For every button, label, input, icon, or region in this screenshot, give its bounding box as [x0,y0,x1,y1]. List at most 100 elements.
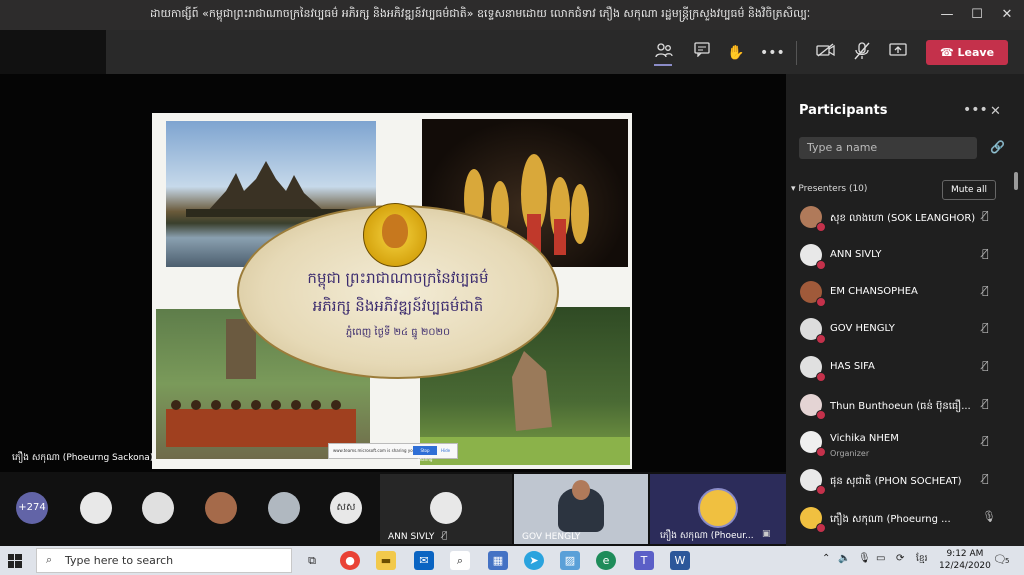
share-screen-icon[interactable] [886,42,910,64]
tray-chevron-icon[interactable]: ⌃ [822,553,830,564]
search-app-icon[interactable]: ⌕ [450,551,470,570]
participant-role: Organizer [830,449,870,458]
clock-date: 12/24/2020 [939,561,991,571]
participant-name: ផុន សុជាតិ (PHON SOCHEAT) [830,476,962,487]
avatar[interactable] [268,492,300,524]
speaker-icon[interactable]: 🔈 [838,553,850,564]
stop-sharing-button[interactable]: Stop sharing [413,446,437,462]
mic-off-icon: 🎙̸ [982,321,989,334]
participant-name: Thun Bunthoeun (ធន់ ប៊ុនធឿ... [830,401,971,412]
participants-icon[interactable] [652,42,676,64]
participant-row[interactable]: Thun Bunthoeun (ធន់ ប៊ុនធឿ... 🎙̸ [786,390,1016,426]
mic-off-icon: 🎙̸ [982,472,989,485]
participant-name: EM CHANSOPHEA [830,286,918,297]
participant-row[interactable]: EM CHANSOPHEA 🎙̸ [786,277,1016,313]
sync-icon[interactable]: ⟳ [896,553,904,564]
ministry-seal-logo [363,203,427,267]
tile-label: ANN SIVLY [388,532,435,542]
hide-sharing-link[interactable]: Hide [441,448,450,453]
slide-title-line2: អភិរក្ស និងអភិវឌ្ឍន៍វប្បធម៌ជាតិ [312,297,484,315]
participant-name: HAS SIFA [830,361,875,372]
search-icon: ⌕ [46,553,53,566]
status-dot [816,260,826,270]
taskbar-search-input[interactable]: Type here to search [36,548,292,573]
video-tile-ann-sivly[interactable]: ANN SIVLY 🎙̸ [380,474,512,544]
close-window-icon[interactable]: ✕ [996,4,1018,26]
camera-off-icon[interactable] [814,42,838,64]
mic-off-icon: 🎙̸ [982,209,989,222]
mic-off-icon: 🎙̸ [982,397,989,410]
mic-off-icon[interactable] [850,42,874,64]
participant-name: GOV HENGLY [830,323,895,334]
chat-icon[interactable] [690,42,714,64]
participants-title: Participants [799,103,888,118]
share-invite-link-icon[interactable]: 🔗 [990,140,1005,154]
participant-row[interactable]: Vichika NHEM Organizer 🎙̸ [786,427,1016,463]
presenters-section-header[interactable]: ▾ Presenters (10) [791,184,867,194]
network-icon[interactable]: ▭ [876,553,885,564]
active-tab-indicator [654,64,672,66]
tile-label: ភឿង សកុណា (Phoeur... [660,531,754,541]
avatar[interactable] [80,492,112,524]
status-dot [816,222,826,232]
keyboard-language[interactable]: ខ្មែរ [916,553,927,566]
mic-off-icon: 🎙̸ [982,284,989,297]
status-dot [816,334,826,344]
task-view-icon[interactable]: ⧉ [302,551,322,570]
photos-icon[interactable]: ▨ [560,551,580,570]
panel-scrollbar[interactable] [1014,172,1018,190]
participant-row[interactable]: ផុន សុជាតិ (PHON SOCHEAT) 🎙̸ [786,465,1016,501]
participant-name: ភឿង សកុណា (Phoeurng ... [830,514,951,525]
toolbar-left-area [0,30,106,74]
toolbar-divider [796,41,797,65]
initials-avatar[interactable]: សស [330,492,362,524]
avatar[interactable] [142,492,174,524]
chrome-icon[interactable]: ● [340,551,360,570]
participant-row[interactable]: HAS SIFA 🎙̸ [786,352,1016,388]
status-dot [816,523,826,533]
leave-button[interactable]: ☎ Leave [926,40,1008,65]
windows-start-icon[interactable] [8,553,22,568]
clock-time: 9:12 AM [946,549,984,559]
raise-hand-icon[interactable]: ✋ [724,42,748,64]
status-dot [816,297,826,307]
window-title: ដាយកាផ្សីព៍ «កម្ពុជាព្រះរាជាណាចក្រនៃវប្ប… [150,7,811,20]
participant-row[interactable]: សុខ លាងហោ (SOK LEANGHOR) 🎙̸ [786,202,1016,238]
screen-share-icon: ▣ [762,529,771,539]
status-dot [816,447,826,457]
participant-row[interactable]: ANN SIVLY 🎙̸ [786,240,1016,276]
word-icon[interactable]: W [670,551,690,570]
status-dot [816,485,826,495]
participant-row[interactable]: ភឿង សកុណា (Phoeurng ... 🎙 [786,503,1016,539]
mic-off-icon: 🎙̸ [982,247,989,260]
participant-name: ANN SIVLY [830,249,882,260]
more-participants-count[interactable]: +274 [16,492,48,524]
participant-row[interactable]: GOV HENGLY 🎙̸ [786,314,1016,350]
mic-off-icon: 🎙̸ [982,434,989,447]
mail-icon[interactable]: ✉ [414,551,434,570]
minimize-icon[interactable]: — [936,4,958,26]
avatar[interactable] [205,492,237,524]
teams-icon[interactable]: T [634,551,654,570]
video-tile-gov-hengly[interactable]: GOV HENGLY [514,474,648,544]
video-tile-phoeurng[interactable]: ភឿង សកុណា (Phoeur... ▣ [650,474,786,544]
participant-name: Vichika NHEM [830,433,899,444]
taskbar-clock[interactable]: 9:12 AM 12/24/2020 [939,548,991,572]
app-icon[interactable]: ▦ [488,551,508,570]
status-dot [816,372,826,382]
panel-more-icon[interactable]: ••• [963,102,988,118]
participant-search-input[interactable]: Type a name [799,137,977,159]
tray-mic-icon[interactable]: 🎙 [858,553,871,564]
sharing-notification-bar: www.teams.microsoft.com is sharing your … [328,443,458,462]
telegram-icon[interactable]: ➤ [524,551,544,570]
speaker-face [572,480,590,500]
mic-icon: 🎙 [982,510,996,523]
mic-off-icon: 🎙̸ [982,359,989,372]
mic-off-icon: 🎙̸ [442,531,448,541]
file-explorer-icon[interactable]: ▬ [376,551,396,570]
maximize-icon[interactable]: ☐ [966,4,988,26]
more-icon[interactable]: ••• [760,42,785,64]
panel-close-icon[interactable]: ✕ [990,104,1001,119]
mute-all-button[interactable]: Mute all [942,180,996,200]
edge-icon[interactable]: e [596,551,616,570]
